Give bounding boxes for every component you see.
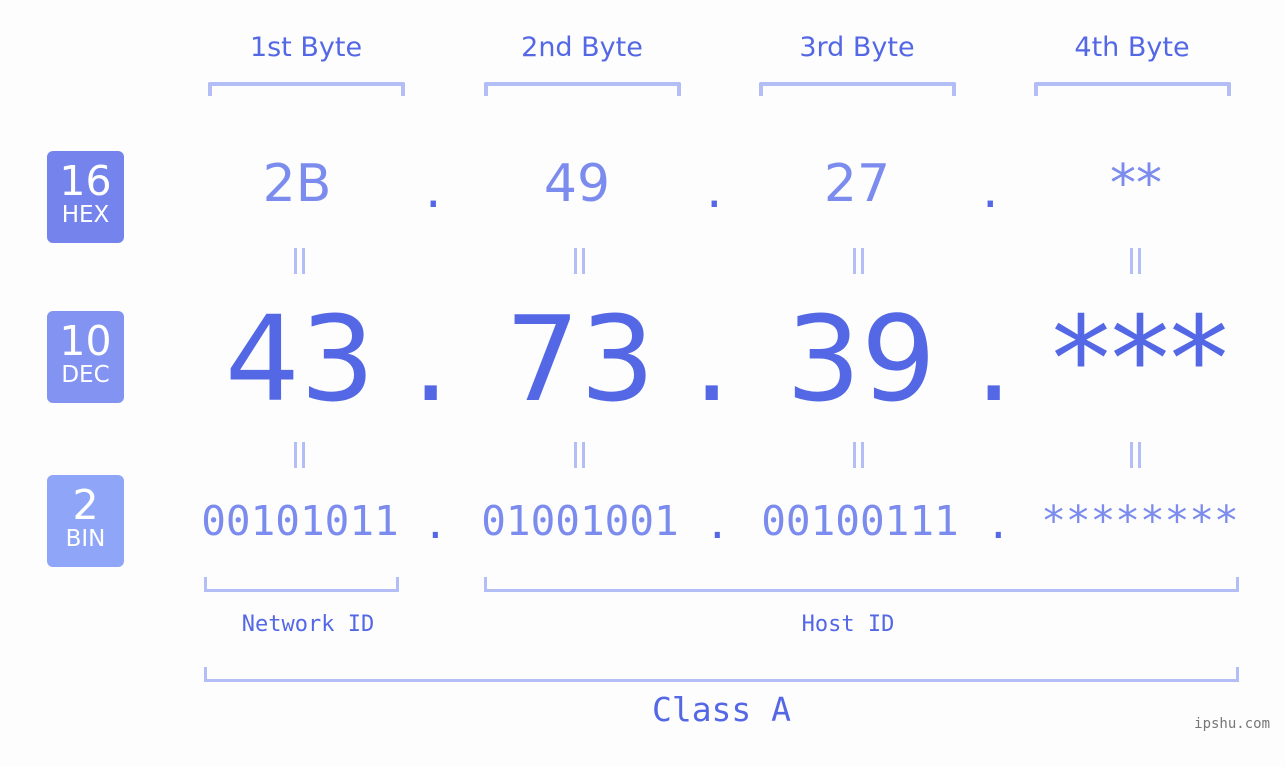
dec-value-1: 43	[224, 290, 376, 428]
bin-value-1: 00101011	[201, 497, 399, 545]
class-label: Class A	[651, 690, 792, 729]
dec-separator-1: .	[412, 290, 450, 428]
network-id-label: Network ID	[241, 612, 375, 637]
hex-value-3: 27	[823, 154, 891, 214]
bin-value-2: 01001001	[481, 497, 679, 545]
dec-separator-3: .	[975, 290, 1013, 428]
hex-value-2: 49	[543, 154, 611, 214]
byte-header-1: 1st Byte	[249, 32, 363, 63]
bin-badge-base: 2	[72, 481, 99, 529]
hex-separator-3: .	[982, 160, 999, 220]
byte-bracket-3	[759, 82, 956, 96]
byte-header-3: 3rd Byte	[799, 32, 915, 63]
hex-separator-2: .	[706, 160, 723, 220]
dec-badge-base: 10	[59, 317, 112, 365]
hex-separator-1: .	[425, 160, 442, 220]
bin-separator-3: .	[986, 500, 1011, 548]
dec-value-3: 39	[785, 290, 937, 428]
hex-badge: 16 HEX	[47, 151, 124, 243]
byte-bracket-4	[1034, 82, 1231, 96]
bin-badge: 2 BIN	[47, 475, 124, 567]
hex-badge-label: HEX	[61, 202, 110, 228]
dec-value-2: 73	[504, 290, 656, 428]
bin-value-3: 00100111	[761, 497, 959, 545]
host-id-label: Host ID	[801, 612, 895, 637]
hex-value-1: 2B	[262, 154, 332, 214]
hex-value-4: **	[1110, 154, 1162, 214]
dec-badge: 10 DEC	[47, 311, 124, 403]
class-bracket	[204, 667, 1239, 682]
dec-value-4: ***	[1051, 290, 1229, 428]
host-id-bracket	[484, 577, 1239, 592]
byte-bracket-2	[484, 82, 681, 96]
byte-header-4: 4th Byte	[1074, 32, 1190, 63]
hex-badge-base: 16	[59, 157, 112, 205]
network-id-bracket	[204, 577, 399, 592]
dec-separator-2: .	[693, 290, 731, 428]
bin-separator-1: .	[423, 500, 448, 548]
bin-badge-label: BIN	[65, 526, 106, 552]
watermark: ipshu.com	[1194, 716, 1270, 732]
dec-badge-label: DEC	[61, 362, 110, 388]
byte-bracket-1	[208, 82, 405, 96]
byte-header-2: 2nd Byte	[521, 32, 643, 63]
bin-value-4: ********	[1041, 497, 1239, 545]
bin-separator-2: .	[705, 500, 730, 548]
